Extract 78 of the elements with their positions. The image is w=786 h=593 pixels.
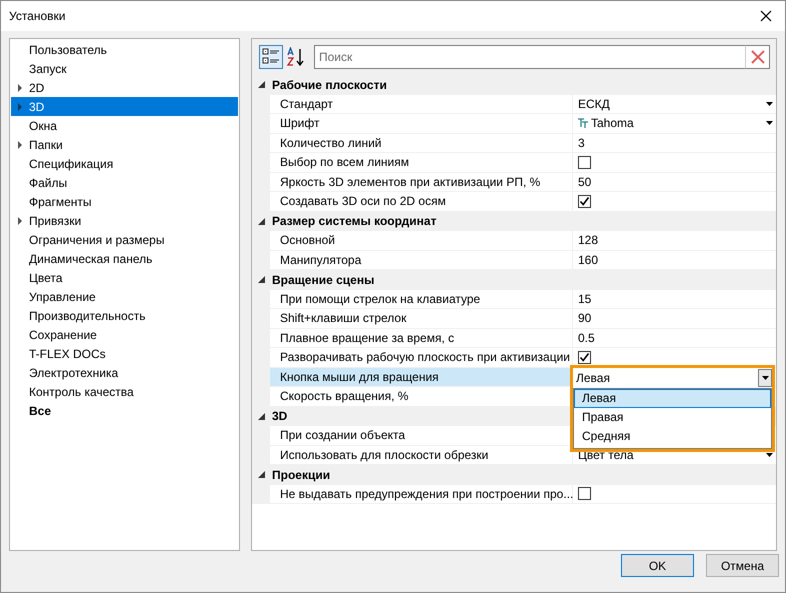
expand-arrow-icon[interactable]	[18, 84, 22, 92]
dropdown-field[interactable]: Левая	[573, 368, 772, 388]
property-value[interactable]: 15	[578, 290, 592, 308]
collapse-arrow-icon[interactable]	[258, 218, 265, 225]
property-value[interactable]: 160	[578, 250, 598, 269]
collapse-arrow-icon[interactable]	[258, 276, 265, 284]
property-label[interactable]: Яркость 3D элементов при активизации РП, %	[270, 172, 573, 192]
property-value[interactable]: 128	[578, 231, 598, 250]
group-header: Вращение сцены	[272, 272, 374, 289]
property-label[interactable]: Кнопка мыши для вращения	[270, 368, 573, 387]
dropdown-arrow-icon[interactable]	[762, 376, 768, 380]
tree-item[interactable]: Пользователь	[11, 40, 238, 59]
tree-item[interactable]: Цвета	[11, 268, 238, 287]
property-label[interactable]: Основной	[270, 231, 573, 250]
categorized-button[interactable]	[259, 45, 283, 69]
dropdown-arrow-icon[interactable]	[766, 121, 773, 126]
tree-item[interactable]: Управление	[11, 287, 238, 306]
group-header: 3D	[272, 408, 288, 426]
property-value[interactable]: 50	[578, 172, 592, 191]
tree-item[interactable]: Сохранение	[11, 325, 238, 344]
checkbox[interactable]	[578, 194, 591, 208]
window-title: Установки	[9, 8, 66, 25]
property-label[interactable]: Выбор по всем линиям	[270, 153, 573, 172]
property-value[interactable]: 90	[578, 309, 592, 328]
dropdown-button[interactable]	[758, 368, 772, 386]
tree-item[interactable]: Все	[11, 401, 238, 420]
property-value[interactable]: 0.5	[578, 328, 595, 347]
property-label[interactable]: Не выдавать предупреждения при построении про...	[270, 484, 573, 504]
property-label[interactable]: Shift+клавиши стрелок	[270, 309, 573, 328]
dropdown-option[interactable]: Левая	[574, 388, 771, 408]
property-label[interactable]: Количество линий	[270, 134, 573, 153]
group-header: Рабочие плоскости	[272, 76, 387, 94]
tree-item[interactable]: Фрагменты	[11, 192, 238, 211]
property-value[interactable]: Tahoma	[591, 114, 766, 132]
close-icon	[750, 50, 764, 64]
search-field[interactable]: Поиск	[314, 45, 746, 69]
tree-item[interactable]: Ограничения и размеры	[11, 230, 238, 249]
dropdown-option[interactable]: Средняя	[574, 426, 771, 446]
tree-item[interactable]: Файлы	[11, 173, 238, 192]
list-icon	[262, 48, 280, 66]
dialog-button[interactable]: OK	[621, 554, 694, 577]
clear-button[interactable]	[746, 45, 770, 69]
tree-item[interactable]: Динамическая панель	[11, 249, 238, 268]
tree-item[interactable]: 3D	[11, 97, 238, 116]
font-icon	[578, 118, 588, 128]
group-header: Размер системы координат	[272, 213, 436, 230]
tree-item[interactable]: Запуск	[11, 59, 238, 78]
tree-item[interactable]: T-FLEX DOCs	[11, 344, 238, 363]
dialog-button[interactable]: Отмена	[706, 554, 779, 577]
checkbox[interactable]	[578, 350, 591, 364]
tree-item[interactable]: Электротехника	[11, 363, 238, 382]
collapse-arrow-icon[interactable]	[258, 412, 265, 420]
property-label[interactable]: Шрифт	[270, 114, 573, 134]
property-value[interactable]: ЕСКД	[578, 94, 766, 113]
sort-az-icon	[286, 47, 306, 67]
tree-item[interactable]: Привязки	[11, 211, 238, 230]
dropdown-arrow-icon[interactable]	[766, 452, 773, 457]
close-icon	[760, 10, 772, 22]
collapse-arrow-icon[interactable]	[258, 471, 265, 478]
property-value[interactable]: 3	[578, 134, 585, 152]
property-label[interactable]: При создании объекта	[270, 426, 573, 446]
property-label[interactable]: При помощи стрелок на клавиатуре	[270, 290, 573, 309]
dropdown-option[interactable]: Правая	[574, 408, 771, 426]
collapse-arrow-icon[interactable]	[258, 81, 265, 88]
expand-arrow-icon[interactable]	[18, 140, 22, 148]
tree-item[interactable]: Контроль качества	[11, 382, 238, 401]
tree-item[interactable]: Производительность	[11, 306, 238, 325]
group-header: Проекции	[272, 466, 330, 484]
dropdown-arrow-icon[interactable]	[766, 102, 773, 106]
checkbox[interactable]	[578, 156, 591, 169]
tree-item[interactable]: Папки	[11, 135, 238, 154]
property-label[interactable]: Плавное вращение за время, с	[270, 328, 573, 348]
tree-item[interactable]: Спецификация	[11, 154, 238, 173]
checkbox[interactable]	[578, 487, 591, 500]
expand-arrow-icon[interactable]	[18, 216, 22, 224]
property-label[interactable]: Стандарт	[270, 94, 573, 114]
tree-item[interactable]: 2D	[11, 78, 238, 97]
tree-item[interactable]: Окна	[11, 116, 238, 135]
